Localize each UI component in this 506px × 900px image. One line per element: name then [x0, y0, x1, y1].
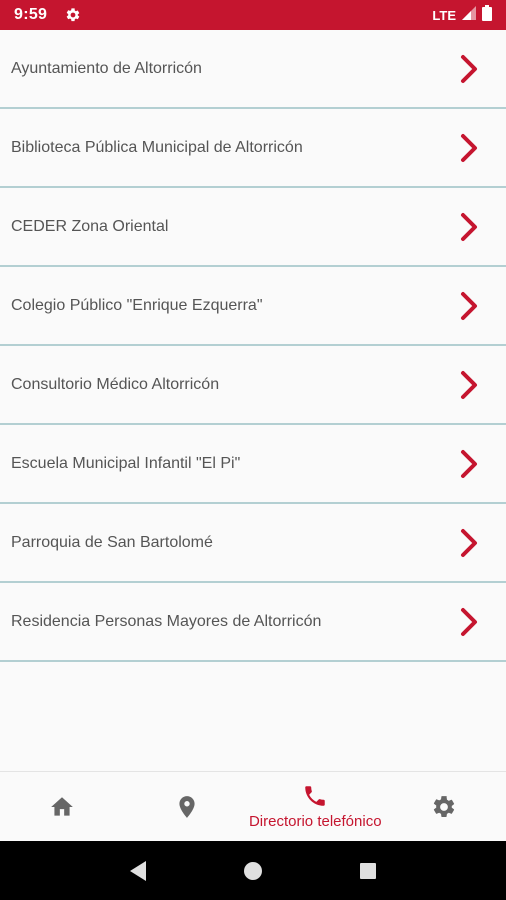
list-item[interactable]: CEDER Zona Oriental	[0, 188, 506, 267]
location-pin-icon	[174, 794, 200, 820]
settings-gear-icon	[431, 794, 457, 820]
list-item[interactable]: Consultorio Médico Altorricón	[0, 346, 506, 425]
nav-item-home[interactable]	[0, 772, 124, 841]
list-item-label: Colegio Público "Enrique Ezquerra"	[11, 296, 263, 314]
recents-button[interactable]	[356, 859, 380, 883]
chevron-right-icon	[458, 449, 480, 479]
list-item-label: Residencia Personas Mayores de Altorricó…	[11, 612, 322, 630]
list-item-label: Biblioteca Pública Municipal de Altorric…	[11, 138, 303, 156]
back-button[interactable]	[126, 859, 150, 883]
chevron-right-icon	[458, 291, 480, 321]
nav-item-map[interactable]	[124, 772, 248, 841]
system-navigation-bar	[0, 841, 506, 900]
battery-icon	[482, 4, 492, 26]
nav-item-settings[interactable]	[382, 772, 506, 841]
list-item[interactable]: Residencia Personas Mayores de Altorricó…	[0, 583, 506, 662]
list-item-label: Ayuntamiento de Altorricón	[11, 59, 202, 77]
network-type: LTE	[432, 7, 456, 23]
chevron-right-icon	[458, 54, 480, 84]
chevron-right-icon	[458, 528, 480, 558]
nav-item-phone-directory[interactable]: Directorio telefónico	[249, 772, 382, 841]
phone-directory-list: Ayuntamiento de Altorricón Biblioteca Pú…	[0, 30, 506, 662]
list-item[interactable]: Colegio Público "Enrique Ezquerra"	[0, 267, 506, 346]
status-time: 9:59	[14, 6, 48, 23]
list-item[interactable]: Parroquia de San Bartolomé	[0, 504, 506, 583]
phone-icon	[302, 783, 328, 809]
list-item[interactable]: Biblioteca Pública Municipal de Altorric…	[0, 109, 506, 188]
chevron-right-icon	[458, 370, 480, 400]
settings-notification-icon	[65, 7, 81, 23]
bottom-navigation: Directorio telefónico	[0, 771, 506, 841]
home-icon	[49, 794, 75, 820]
status-bar: 9:59 LTE	[0, 0, 506, 30]
signal-icon	[462, 5, 476, 25]
status-indicators: LTE	[432, 4, 492, 26]
home-button[interactable]	[241, 859, 265, 883]
list-item-label: Parroquia de San Bartolomé	[11, 533, 213, 551]
list-item[interactable]: Escuela Municipal Infantil "El Pi"	[0, 425, 506, 504]
chevron-right-icon	[458, 607, 480, 637]
chevron-right-icon	[458, 133, 480, 163]
nav-label-phone-directory: Directorio telefónico	[248, 813, 382, 830]
list-item-label: CEDER Zona Oriental	[11, 217, 169, 235]
list-item-label: Escuela Municipal Infantil "El Pi"	[11, 454, 241, 472]
list-item-label: Consultorio Médico Altorricón	[11, 375, 220, 393]
chevron-right-icon	[458, 212, 480, 242]
list-item[interactable]: Ayuntamiento de Altorricón	[0, 30, 506, 109]
